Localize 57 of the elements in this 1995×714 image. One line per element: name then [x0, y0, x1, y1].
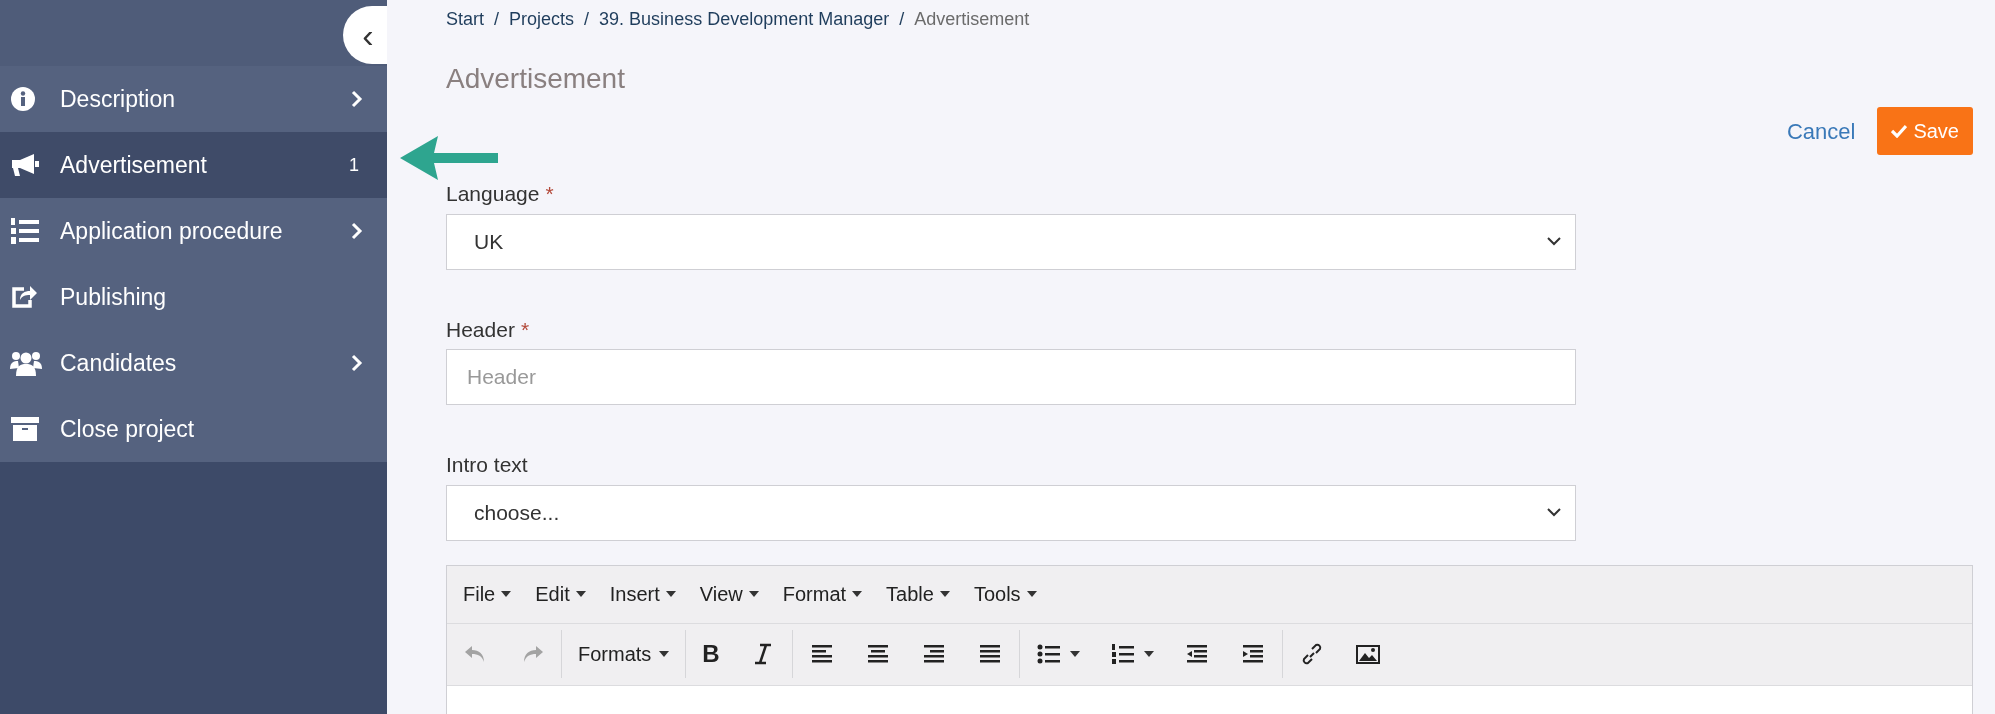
sidebar-item[interactable]: Publishing: [0, 264, 387, 330]
checkmark-icon: [1891, 124, 1908, 138]
editor-menu[interactable]: Edit: [525, 574, 596, 614]
editor-menu[interactable]: Format: [772, 574, 873, 614]
sidebar-item[interactable]: Close project: [0, 396, 387, 462]
caret-icon: [575, 591, 586, 597]
toolbar-button[interactable]: B: [694, 634, 728, 674]
caret-icon: [852, 591, 863, 597]
select-field[interactable]: UK: [446, 213, 1576, 270]
caret-icon: [939, 591, 950, 597]
collapse-button[interactable]: ‹: [343, 6, 387, 64]
sidebar-item[interactable]: Description: [0, 66, 387, 132]
editor-menu[interactable]: Tools: [963, 574, 1047, 614]
sidebar-item[interactable]: Application procedure: [0, 198, 387, 264]
page-title: Advertisement: [446, 62, 625, 96]
required-asterisk: *: [545, 181, 554, 207]
caret-icon: [665, 591, 676, 597]
info-icon: [10, 86, 36, 112]
caret-icon: [1069, 651, 1080, 657]
text-field[interactable]: Header: [446, 349, 1576, 405]
select-field[interactable]: choose...: [446, 484, 1576, 541]
megaphone-icon: [10, 152, 40, 178]
share-icon: [10, 284, 38, 310]
breadcrumb-link[interactable]: Projects: [509, 5, 575, 33]
cancel-link[interactable]: Cancel: [1786, 114, 1856, 148]
editor-menu[interactable]: View: [689, 574, 769, 614]
required-asterisk: *: [520, 316, 530, 343]
breadcrumb-link[interactable]: 39. Business Development Manager: [599, 5, 890, 33]
editor-menu[interactable]: Table: [876, 574, 960, 614]
sidebar-item[interactable]: Candidates: [0, 330, 387, 396]
bold-glyph: B: [702, 642, 720, 666]
bullet-list-icon: [1035, 642, 1062, 666]
editor-menu[interactable]: File: [453, 574, 522, 614]
caret-icon: [1026, 591, 1037, 597]
image-icon: [1354, 642, 1381, 666]
breadcrumb-separator: /: [899, 7, 905, 31]
caret-icon: [501, 591, 512, 597]
field-label: Intro text: [446, 452, 528, 478]
dropdown-caret-icon: [1547, 237, 1561, 246]
caret-icon: [1143, 651, 1154, 657]
sidebar-item[interactable]: Advertisement 1: [0, 132, 387, 198]
editor-menu[interactable]: Insert: [599, 574, 686, 614]
numbered-list-icon: [10, 217, 40, 245]
breadcrumb-current[interactable]: Advertisement: [914, 5, 1030, 33]
breadcrumb-link[interactable]: Start: [446, 5, 484, 33]
toolbar-button[interactable]: Formats: [570, 634, 678, 674]
breadcrumb-separator: /: [584, 7, 590, 31]
archive-icon: [10, 416, 40, 442]
users-icon: [10, 349, 42, 377]
count-label: 1: [349, 153, 359, 177]
caret-icon: [748, 591, 759, 597]
field-label: Language: [446, 181, 540, 207]
caret-icon: [659, 651, 670, 657]
field-label: Header: [446, 316, 515, 343]
breadcrumb-separator: /: [494, 7, 500, 31]
numbered-list-icon: [1109, 642, 1136, 666]
dropdown-caret-icon: [1547, 508, 1561, 517]
